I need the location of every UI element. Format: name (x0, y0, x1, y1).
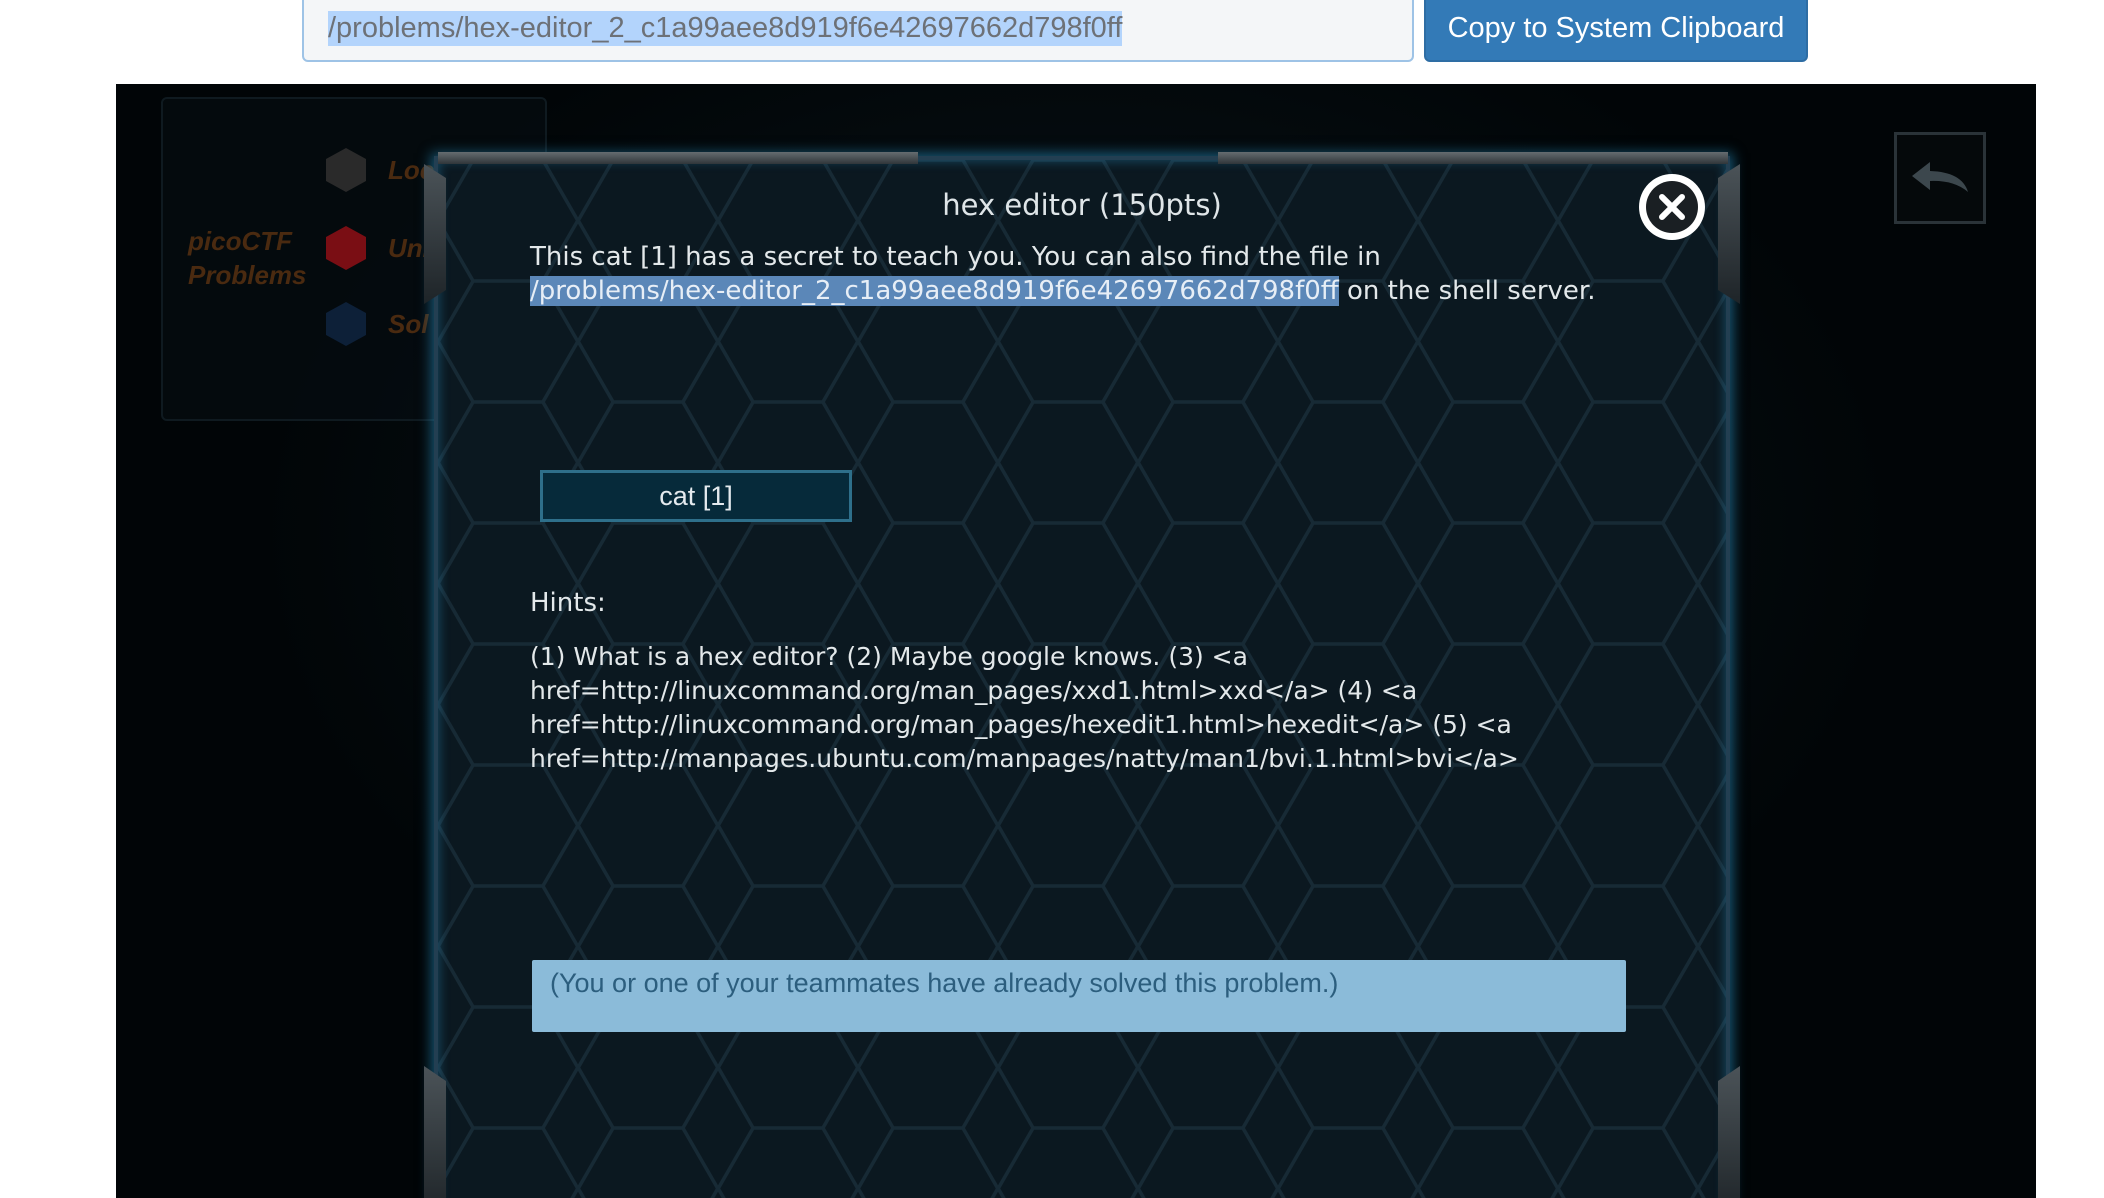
legend-solved-label: Sol (388, 308, 429, 339)
hint-line: (1) What is a hex editor? (2) Maybe goog… (530, 642, 1248, 671)
problem-description: This cat [1] has a secret to teach you. … (530, 240, 1630, 308)
locked-hex-icon (326, 148, 366, 192)
back-button[interactable] (1894, 132, 1986, 224)
hint-line: href=http://manpages.ubuntu.com/manpages… (530, 744, 1519, 773)
legend-unlocked-label: Unl (388, 232, 430, 263)
problem-modal: hex editor (150pts) This cat [1] has a s… (424, 152, 1740, 1198)
problem-path-text: /problems/hex-editor_2_c1a99aee8d919f6e4… (328, 10, 1123, 46)
game-canvas: picoCTF Problems Loc Unl Sol hex editor … (116, 84, 2036, 1198)
modal-title: hex editor (150pts) (942, 188, 1222, 222)
solved-status-message: (You or one of your teammates have alrea… (532, 960, 1626, 1032)
modal-corner-bottom-left (424, 1066, 446, 1198)
legend-solved: Sol (326, 302, 428, 346)
modal-corner-bottom-right (1718, 1066, 1740, 1198)
description-prefix: This cat [1] has a secret to teach you. … (530, 242, 1381, 272)
legend-locked: Loc (326, 148, 434, 192)
problem-path-input[interactable]: /problems/hex-editor_2_c1a99aee8d919f6e4… (302, 0, 1414, 62)
description-path: /problems/hex-editor_2_c1a99aee8d919f6e4… (530, 276, 1339, 306)
solved-hex-icon (326, 302, 366, 346)
description-suffix: on the shell server. (1338, 276, 1596, 306)
legend-unlocked: Unl (326, 226, 430, 270)
side-panel-title: picoCTF Problems (188, 226, 307, 290)
cat-file-button[interactable]: cat [1] (540, 470, 852, 522)
unlocked-hex-icon (326, 226, 366, 270)
hints-label: Hints: (530, 588, 606, 618)
back-arrow-icon (1912, 162, 1968, 192)
modal-top-rail-right (1218, 152, 1728, 164)
modal-top-rail-left (438, 152, 918, 164)
copy-to-clipboard-button[interactable]: Copy to System Clipboard (1424, 0, 1808, 62)
hint-line: href=http://linuxcommand.org/man_pages/x… (530, 676, 1418, 705)
hint-line: href=http://linuxcommand.org/man_pages/h… (530, 710, 1512, 739)
